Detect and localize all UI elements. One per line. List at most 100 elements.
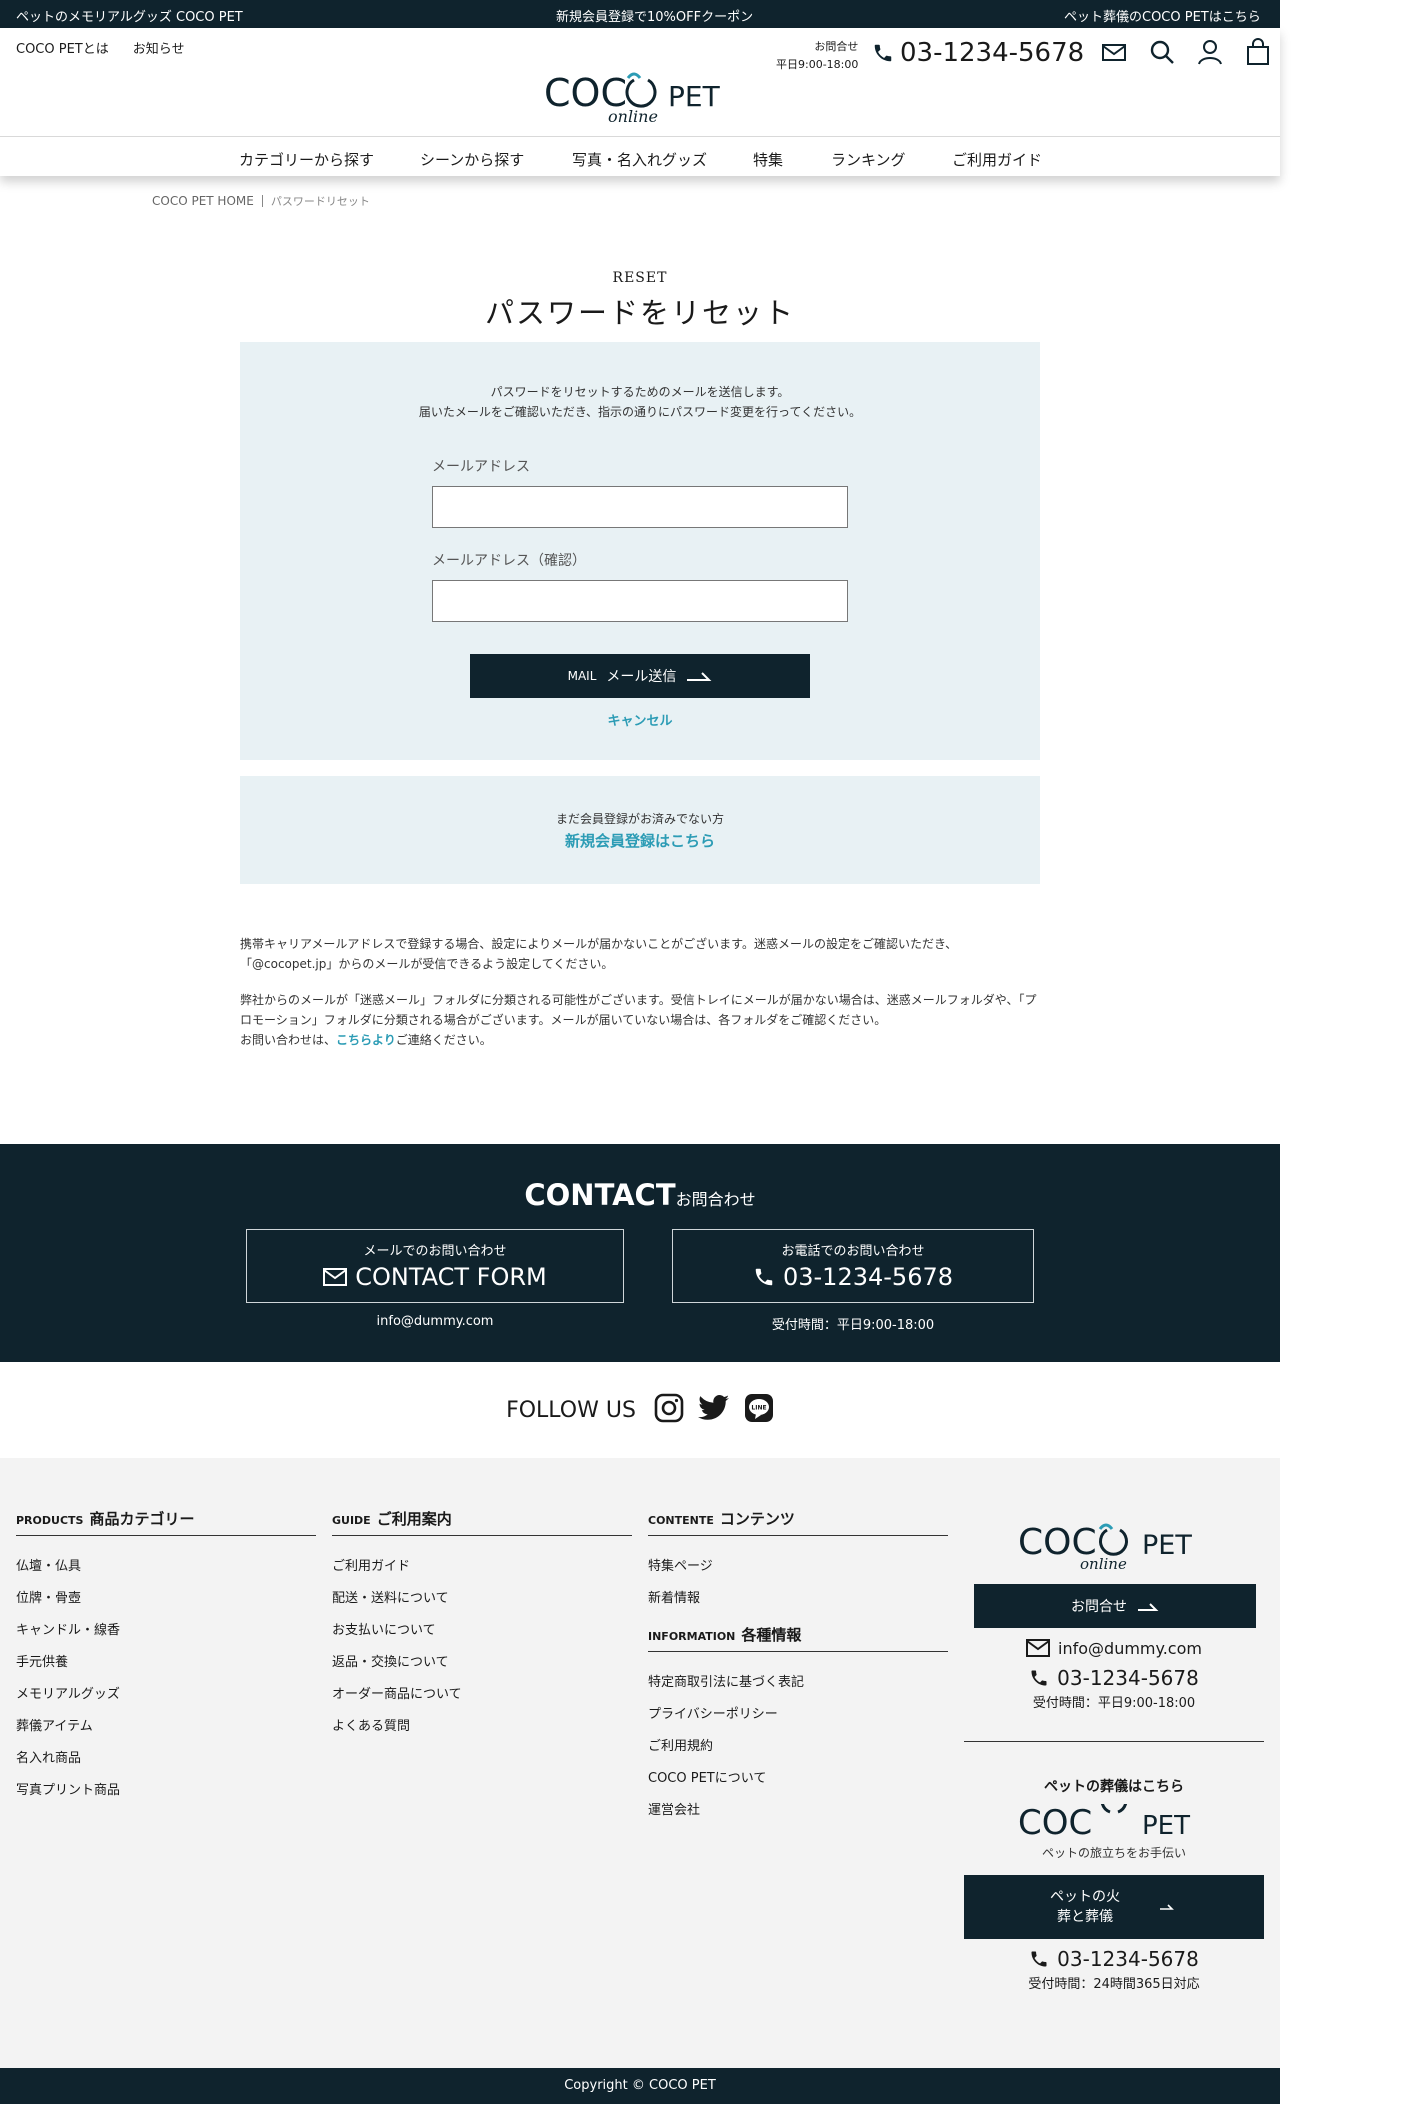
contact-title-ja: お問合わせ [675, 1190, 756, 1209]
nav-scene[interactable]: シーンから探す [420, 149, 524, 170]
line-icon[interactable]: LINE [744, 1393, 774, 1427]
footer-link[interactable]: 運営会社 [648, 1799, 948, 1818]
email-confirm-field[interactable] [432, 580, 848, 622]
follow-us: FOLLOW US LINE [0, 1362, 1280, 1458]
footer-link[interactable]: メモリアルグッズ [16, 1683, 316, 1702]
footer-link[interactable]: 写真プリント商品 [16, 1779, 316, 1798]
footer-divider [964, 1741, 1264, 1742]
footer-products: PRODUCTS 商品カテゴリー 仏壇・仏具 位牌・骨壺 キャンドル・線香 手元供… [16, 1508, 316, 1798]
footer-logo[interactable]: COC PET online [1018, 1520, 1264, 1574]
footer-link[interactable]: 葬儀アイテム [16, 1715, 316, 1734]
search-icon[interactable] [1148, 38, 1176, 66]
footer-contents-heading: CONTENTE コンテンツ [648, 1508, 948, 1536]
contact-form-label: CONTACT FORM [355, 1263, 547, 1291]
funeral-phone[interactable]: 03-1234-5678 [964, 1947, 1264, 1971]
contact-phone-button[interactable]: お電話でのお問い合わせ 03-1234-5678 [672, 1229, 1034, 1303]
nav-feature[interactable]: 特集 [753, 149, 783, 170]
header-contact-info: お問合せ 平日9:00-18:00 [776, 38, 858, 74]
footer-link[interactable]: 配送・送料について [332, 1587, 632, 1606]
footer-link[interactable]: 新着情報 [648, 1587, 948, 1606]
register-link[interactable]: 新規会員登録はこちら [240, 830, 1040, 851]
breadcrumb-separator [261, 195, 263, 207]
footer-information-heading: INFORMATION 各種情報 [648, 1624, 948, 1652]
nav-ranking[interactable]: ランキング [831, 149, 906, 170]
funeral-logo-mark: COC PET [1018, 1787, 1190, 1843]
phone-icon [1031, 1951, 1047, 1967]
email-confirm-label: メールアドレス（確認） [432, 553, 586, 569]
funeral-phone-number: 03-1234-5678 [1057, 1947, 1199, 1971]
reset-form-panel: パスワードをリセットするためのメールを送信します。 届いたメールをご確認いただき… [240, 342, 1040, 760]
announcement-funeral-link[interactable]: ペット葬儀のCOCO PETはこちら [1064, 6, 1261, 25]
svg-text:online: online [1080, 1555, 1127, 1570]
footer-contents: CONTENTE コンテンツ 特集ページ 新着情報 INFORMATION 各種情報… [648, 1508, 948, 1818]
footer-link[interactable]: ご利用規約 [648, 1735, 948, 1754]
footer-hours: 受付時間：平日9:00-18:00 [1032, 1696, 1196, 1711]
footer-email[interactable]: info@dummy.com [964, 1638, 1264, 1658]
footer-guide-heading: GUIDE ご利用案内 [332, 1508, 632, 1536]
nav-guide[interactable]: ご利用ガイド [952, 149, 1042, 170]
footer-link[interactable]: お支払いについて [332, 1619, 632, 1638]
funeral-hours: 受付時間：24時間365日対応 [1028, 1977, 1200, 1992]
logo-mark: COC PET online [1018, 1522, 1192, 1573]
send-mail-button[interactable]: MAIL メール送信 [470, 654, 810, 698]
footer-link[interactable]: 特集ページ [648, 1555, 948, 1574]
funeral-button[interactable]: ペットの火 葬と葬儀 [964, 1875, 1264, 1939]
footer-link[interactable]: 手元供養 [16, 1651, 316, 1670]
footer-link[interactable]: よくある質問 [332, 1715, 632, 1734]
breadcrumb-home[interactable]: COCO PET HOME [152, 194, 254, 208]
footer-link[interactable]: キャンドル・線香 [16, 1619, 316, 1638]
header-contact-hours: 平日9:00-18:00 [776, 58, 859, 71]
nav-category[interactable]: カテゴリーから探す [239, 149, 374, 170]
footer-link[interactable]: オーダー商品について [332, 1683, 632, 1702]
cancel-link[interactable]: キャンセル [240, 710, 1040, 729]
email-field[interactable] [432, 486, 848, 528]
breadcrumb: COCO PET HOME パスワードリセット [152, 193, 370, 209]
note-contact-prefix: お問い合わせは、 [240, 1033, 337, 1047]
svg-text:PET: PET [1142, 1530, 1192, 1561]
user-icon[interactable] [1196, 38, 1224, 66]
reset-description-line-1: パスワードをリセットするためのメールを送信します。 [490, 385, 790, 399]
svg-text:LINE: LINE [751, 1405, 766, 1412]
instagram-icon[interactable] [654, 1393, 684, 1427]
main-nav: カテゴリーから探す シーンから探す 写真・名入れグッズ 特集 ランキング ご利用… [0, 136, 1280, 176]
header-link-news[interactable]: お知らせ [133, 42, 185, 57]
phone-icon [874, 44, 892, 62]
footer-link[interactable]: 返品・交換について [332, 1651, 632, 1670]
arrow-right-icon [1160, 1904, 1174, 1910]
header-phone[interactable]: 03-1234-5678 [872, 38, 1084, 68]
site-logo[interactable]: COC PET online [544, 66, 736, 126]
contact-form-button[interactable]: メールでのお問い合わせ CONTACT FORM [246, 1229, 624, 1303]
contact-title: CONTACTお問合わせ [0, 1178, 1280, 1212]
funeral-logo[interactable]: COC PET [1018, 1787, 1264, 1843]
announcement-coupon[interactable]: 新規会員登録で10%OFFクーポン [556, 6, 753, 25]
footer-link[interactable]: 特定商取引法に基づく表記 [648, 1671, 948, 1690]
cart-icon[interactable] [1244, 38, 1272, 66]
breadcrumb-current: パスワードリセット [270, 195, 370, 208]
footer-link[interactable]: ご利用ガイド [332, 1555, 632, 1574]
footer-link[interactable]: 位牌・骨壺 [16, 1587, 316, 1606]
footer-email-text: info@dummy.com [1058, 1638, 1202, 1658]
note-contact-link[interactable]: こちらより [336, 1033, 396, 1047]
page-title: パスワードをリセット [484, 296, 795, 330]
footer-link[interactable]: 名入れ商品 [16, 1747, 316, 1766]
contact-email[interactable]: info@dummy.com [246, 1314, 624, 1329]
send-mail-button-label: メール送信 [606, 669, 677, 685]
twitter-icon[interactable] [697, 1394, 730, 1426]
mail-icon[interactable] [1100, 38, 1128, 66]
header-link-about[interactable]: COCO PETとは [16, 42, 109, 57]
footer-link[interactable]: COCO PETについて [648, 1767, 948, 1786]
page: ペットのメモリアルグッズ COCO PET 新規会員登録で10%OFFクーポン … [0, 0, 1280, 2104]
footer-link[interactable]: 仏壇・仏具 [16, 1555, 316, 1574]
nav-photo-goods[interactable]: 写真・名入れグッズ [572, 149, 707, 170]
mail-icon [323, 1268, 348, 1286]
footer-phone[interactable]: 03-1234-5678 [964, 1666, 1264, 1690]
footer-link[interactable]: プライバシーポリシー [648, 1703, 948, 1722]
announcement-left[interactable]: ペットのメモリアルグッズ COCO PET [16, 6, 243, 25]
footer-contact-column: COC PET online お問合せ info@dummy.com 03-12… [964, 1520, 1264, 1992]
footer-contact-button[interactable]: お問合せ [974, 1584, 1256, 1628]
footer-phone-number: 03-1234-5678 [1057, 1666, 1199, 1690]
contact-phone-number: 03-1234-5678 [782, 1263, 953, 1291]
svg-text:online: online [608, 107, 658, 124]
page-title-en: RESET [612, 270, 668, 286]
email-label: メールアドレス [432, 459, 530, 475]
